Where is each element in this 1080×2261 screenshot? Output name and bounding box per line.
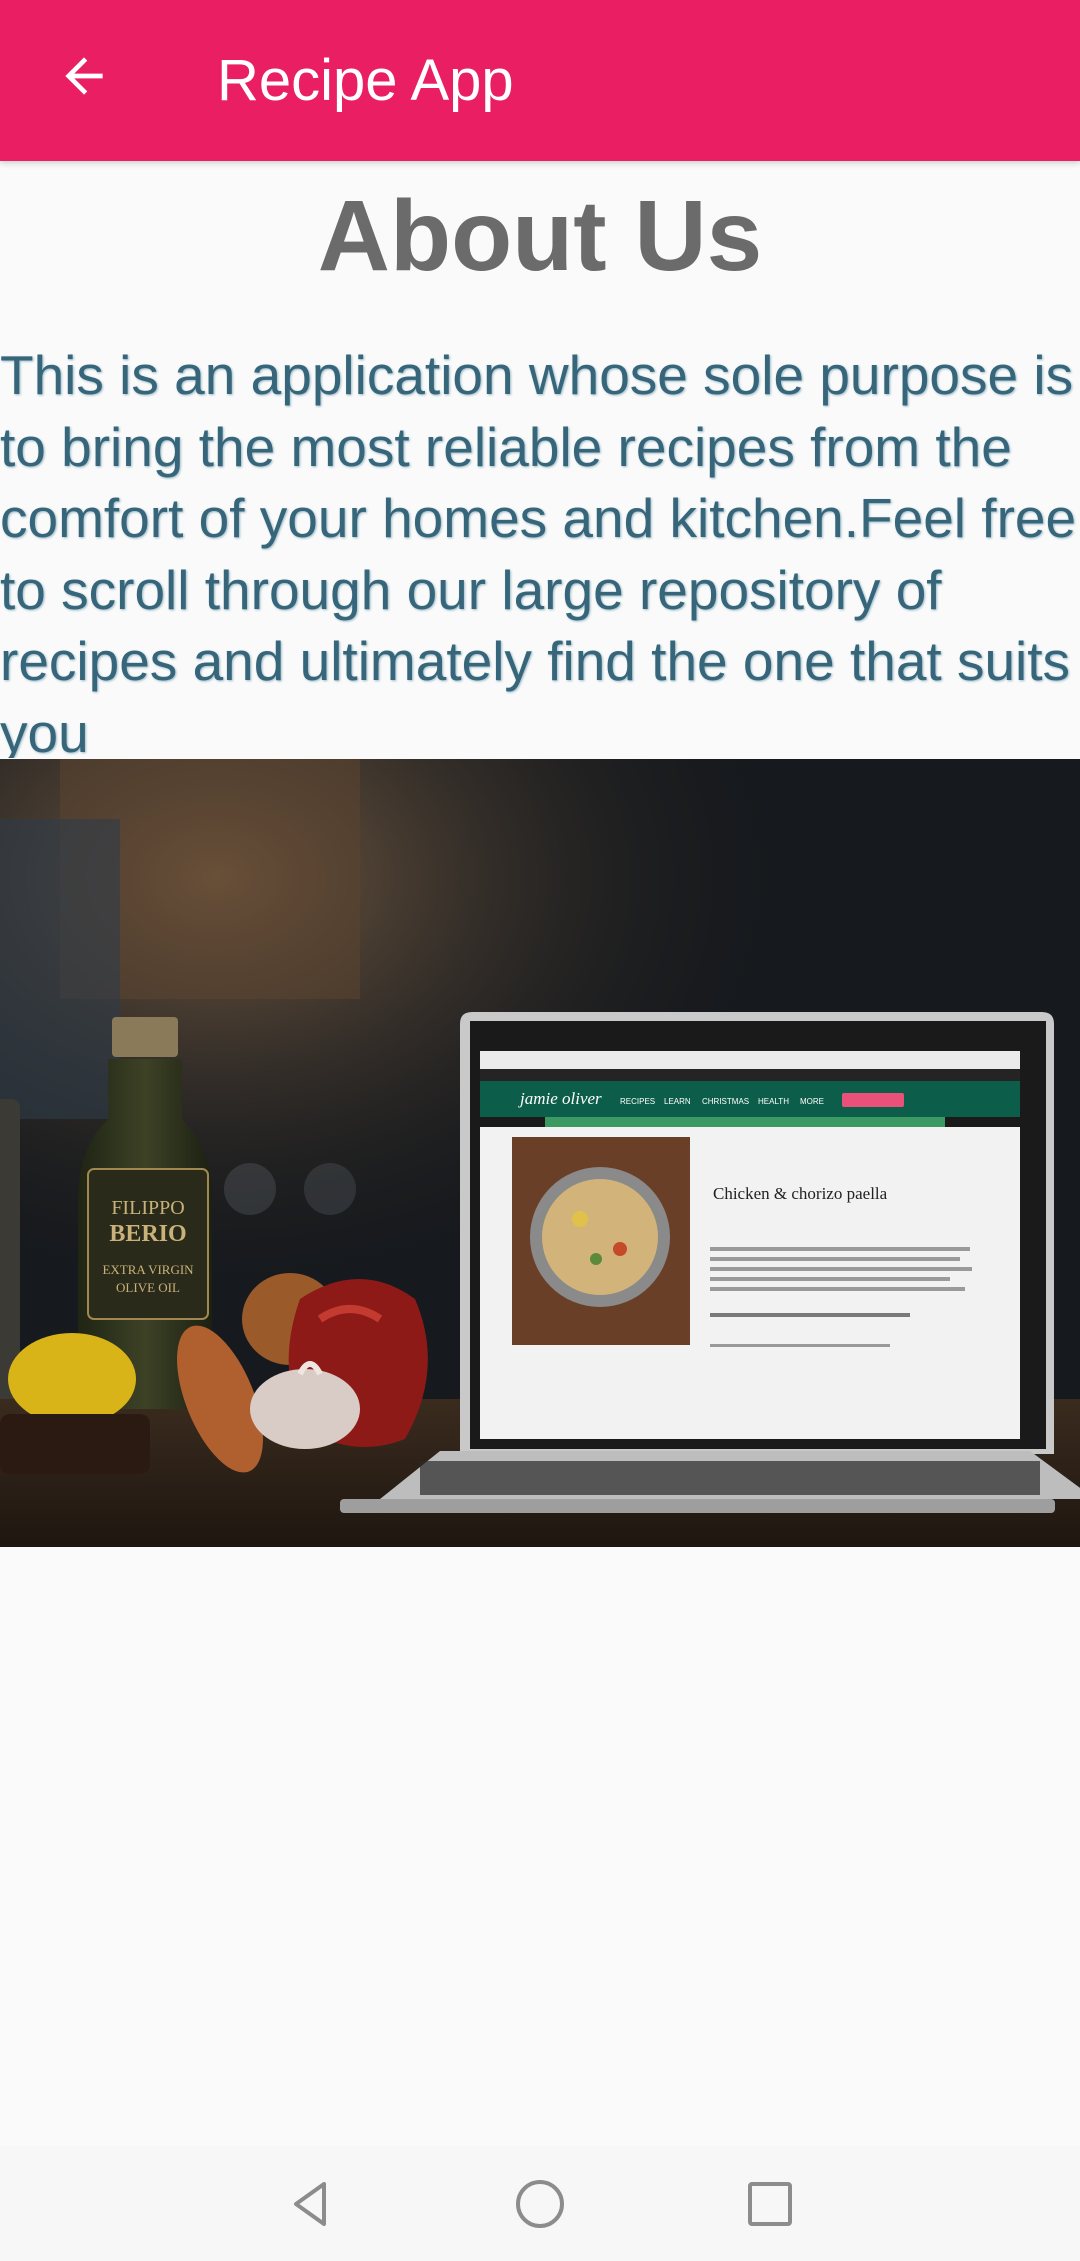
hero-nav-2: LEARN xyxy=(664,1097,691,1106)
system-nav-bar xyxy=(0,2146,1080,2261)
hero-nav-1: RECIPES xyxy=(620,1097,655,1106)
about-description: This is an application whose sole purpos… xyxy=(0,344,1077,758)
bottle-label-line-1: FILIPPO xyxy=(111,1197,184,1219)
page-title: About Us xyxy=(317,180,763,292)
back-button[interactable] xyxy=(44,36,124,116)
hero-brand: jamie oliver xyxy=(518,1089,602,1108)
hero-nav-5: MORE xyxy=(800,1097,824,1106)
bottle-label-line-2: BERIO xyxy=(109,1221,186,1247)
square-recents-icon xyxy=(748,2182,792,2226)
hero-image: FILIPPO BERIO EXTRA VIRGIN OLIVE OIL jam… xyxy=(0,759,1080,1547)
triangle-back-icon xyxy=(294,2182,326,2226)
nav-home-button[interactable] xyxy=(492,2156,588,2252)
hero-nav-4: HEALTH xyxy=(758,1097,789,1106)
circle-home-icon xyxy=(516,2180,564,2228)
bottle-label-line-3: EXTRA VIRGIN xyxy=(102,1262,194,1277)
bottle-label-line-4: OLIVE OIL xyxy=(116,1280,180,1295)
hero-recipe-title: Chicken & chorizo paella xyxy=(713,1184,888,1203)
hero-nav-3: CHRISTMAS xyxy=(702,1097,749,1106)
app-bar: Recipe App xyxy=(0,0,1080,161)
app-title: Recipe App xyxy=(217,48,514,113)
nav-recents-button[interactable] xyxy=(722,2156,818,2252)
arrow-back-icon xyxy=(65,57,103,95)
nav-back-button[interactable] xyxy=(262,2156,358,2252)
